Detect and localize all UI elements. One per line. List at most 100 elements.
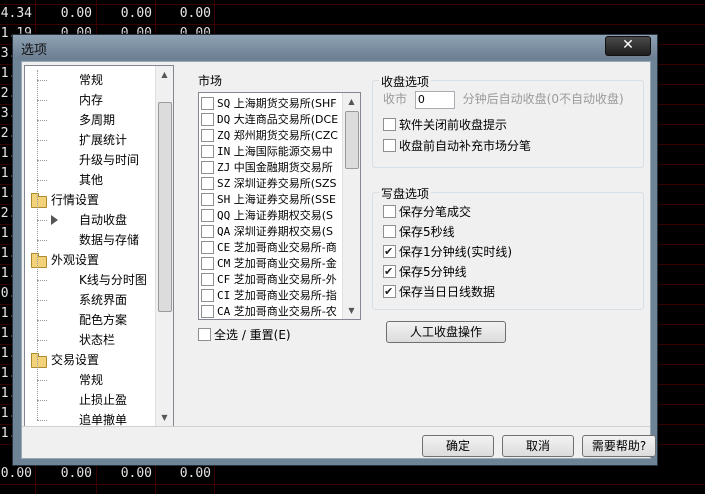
market-name: 中国金融期货交易所 [233,161,333,174]
tree-item[interactable]: 配色方案 [37,310,127,330]
scroll-up-icon[interactable]: ▲ [156,66,173,83]
select-all-checkbox[interactable]: 全选 / 重置(E) [198,326,291,343]
tree-item-label: 数据与存储 [79,233,140,247]
tree-item-label: 状态栏 [79,333,116,347]
checkbox-icon[interactable] [201,112,214,126]
checkbox-icon[interactable] [201,192,214,206]
checked-checkbox-icon[interactable] [383,283,396,301]
tree-connector [37,280,47,281]
dialog-titlebar[interactable]: 选项 ✕ [13,35,657,59]
ok-button[interactable]: 确定 [422,435,494,457]
tree-item[interactable]: 内存 [37,90,103,110]
checkbox-icon[interactable] [201,208,214,222]
checkbox-icon[interactable] [201,176,214,190]
write-option-label: 保存当日日线数据 [399,285,496,299]
checkbox-icon[interactable] [383,225,396,238]
checkbox-icon[interactable] [201,128,214,142]
auto-close-minutes-input[interactable]: 0 [414,90,455,109]
tree-item[interactable]: 其他 [37,170,103,190]
checkbox-icon[interactable] [201,224,214,238]
market-name: 芝加哥商业交易所-金 [233,257,337,270]
tree-connector [37,240,47,241]
scroll-down-icon[interactable]: ▼ [156,409,173,426]
scroll-thumb[interactable] [158,102,172,312]
tree-item[interactable]: K线与分时图 [37,270,147,290]
market-item[interactable]: CA 芝加哥商业交易所-农 [201,303,341,319]
tree-item[interactable]: 追单撤单 [37,410,127,426]
write-option-label: 保存1分钟线(实时线) [399,245,512,259]
quote-cell: 0.00 [60,466,92,481]
checkbox-icon[interactable] [201,272,214,286]
close-suffix-label: 分钟后自动收盘(0不自动收盘) [462,92,624,106]
tree-item[interactable]: 系统界面 [37,290,127,310]
close-prefix-label: 收市 [383,92,408,106]
checkbox-icon[interactable] [198,328,211,341]
select-all-label: 全选 / 重置(E) [214,328,291,342]
scroll-thumb[interactable] [345,111,359,169]
checkbox-icon[interactable] [201,256,214,270]
tree-connector [37,140,47,141]
tree-item[interactable]: 常规 [37,370,103,390]
tree-item[interactable]: 升级与时间 [37,150,139,170]
quote-cell: 0.00 [179,466,211,481]
tree-item[interactable]: 自动收盘 [37,210,127,230]
checkbox-icon[interactable] [383,118,396,131]
settings-tree: 常规 内存 多周期 扩展统计 升级与时间 其他 行情设置 自动收盘 数据与存储 外观设置 K线与分时… [24,65,174,427]
checkbox-icon[interactable] [201,304,214,318]
tree-item-label: 常规 [79,73,104,87]
close-prompt-checkbox[interactable]: 软件关闭前收盘提示 [383,116,507,134]
checkbox-icon[interactable] [201,160,214,174]
tree-item-label: 常规 [79,373,104,387]
selected-arrow-icon [51,215,58,225]
scroll-up-icon[interactable]: ▲ [343,93,360,110]
checkbox-icon[interactable] [383,205,396,218]
tree-connector [37,380,47,381]
quote-cell: 0.00 [120,6,152,21]
tree-item[interactable]: 常规 [37,70,103,90]
market-code: ZQ [217,129,231,142]
checkbox-icon[interactable] [201,144,214,158]
market-code: CF [217,273,231,286]
market-scrollbar[interactable]: ▲ ▼ [342,93,360,319]
market-code: QQ [217,209,231,222]
tree-item[interactable]: 多周期 [37,110,115,130]
tree-folder-label: 外观设置 [51,253,100,267]
footer-divider [22,426,650,427]
tree-folder[interactable]: 交易设置 [29,350,99,370]
checkbox-icon[interactable] [383,139,396,152]
tree-folder[interactable]: 行情设置 [29,190,99,210]
tree-item[interactable]: 扩展统计 [37,130,127,150]
supplement-ticks-checkbox[interactable]: 收盘前自动补充市场分笔 [383,137,531,155]
market-name: 芝加哥商业交易所-指 [233,289,337,302]
cancel-button[interactable]: 取消 [502,435,574,457]
checkbox-icon[interactable] [201,96,214,110]
market-code: CE [217,241,231,254]
checkbox-icon[interactable] [201,288,214,302]
tree-folder[interactable]: 外观设置 [29,250,99,270]
write-option-checkbox[interactable]: 保存当日日线数据 [383,283,495,301]
folder-icon [31,353,47,368]
help-button[interactable]: 需要帮助? [582,435,656,457]
tree-scrollbar[interactable]: ▲ ▼ [155,66,173,426]
write-option-checkbox[interactable]: 保存分笔成交 [383,203,471,221]
manual-close-button[interactable]: 人工收盘操作 [386,321,506,343]
checkbox-icon[interactable] [201,240,214,254]
market-name: 芝加哥商业交易所-商 [233,241,337,254]
close-button[interactable]: ✕ [605,36,651,56]
tree-item[interactable]: 数据与存储 [37,230,139,250]
write-option-checkbox[interactable]: 保存5分钟线 [383,263,467,281]
write-option-label: 保存5分钟线 [399,265,467,279]
tree-connector [37,400,47,401]
write-option-checkbox[interactable]: 保存1分钟线(实时线) [383,243,512,261]
tree-item[interactable]: 止损止盈 [37,390,127,410]
checked-checkbox-icon[interactable] [383,263,396,281]
checked-checkbox-icon[interactable] [383,243,396,261]
tree-connector [37,340,47,341]
tree-item-label: 止损止盈 [79,393,128,407]
close-options-title: 收盘选项 [379,73,432,90]
write-option-checkbox[interactable]: 保存5秒线 [383,223,455,241]
scroll-down-icon[interactable]: ▼ [343,302,360,319]
write-options-title: 写盘选项 [379,185,432,202]
tree-item[interactable]: 状态栏 [37,330,115,350]
dialog-client: 常规 内存 多周期 扩展统计 升级与时间 其他 行情设置 自动收盘 数据与存储 外观设置 K线与分时… [21,61,656,459]
